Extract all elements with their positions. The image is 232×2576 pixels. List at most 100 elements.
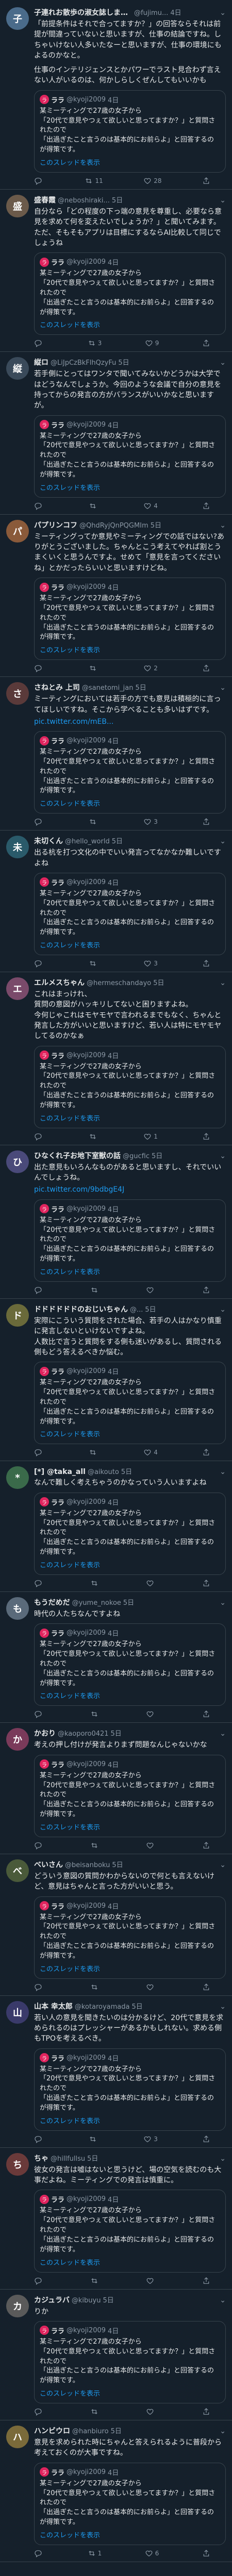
tweet-author-handle[interactable]: @hanbiuro: [72, 2428, 109, 2435]
retweet-button[interactable]: [90, 2277, 101, 2285]
tweet-author-handle[interactable]: @hillfullsu: [51, 2155, 85, 2163]
tweet-author-name[interactable]: 子連れお散歩の淑女誌します！: [34, 7, 132, 18]
tweet-link[interactable]: pic.twitter.com/9bdbgE4J: [34, 1184, 226, 1195]
tweet[interactable]: エエルメスちゃん @hermeschandayo 5日 ⌄ これはまっけれ、 質問の意図…: [0, 972, 232, 1145]
tweet-date[interactable]: 5日: [121, 1466, 132, 1476]
avatar[interactable]: 未: [6, 836, 29, 859]
tweet-author-name[interactable]: 盛春霞: [34, 195, 56, 205]
share-button[interactable]: [202, 502, 210, 510]
retweet-button[interactable]: [89, 664, 99, 672]
quoted-tweet[interactable]: ラララ @kyoji2009 4日 某ミーティングで27歳の女子から 「20代で意見や…: [34, 578, 226, 660]
show-thread-link[interactable]: このスレッドを表示: [40, 2388, 220, 2398]
show-thread-link[interactable]: このスレッドを表示: [40, 1429, 220, 1438]
retweet-button[interactable]: 3: [88, 339, 102, 347]
like-button[interactable]: [146, 2277, 156, 2285]
quoted-tweet[interactable]: ラララ @kyoji2009 4日 某ミーティングで27歳の女子から 「20代で意見や…: [34, 2048, 226, 2131]
tweet-author-name[interactable]: ハンビウロ: [34, 2426, 70, 2436]
tweet-date[interactable]: 5日: [136, 682, 146, 692]
tweet-author-handle[interactable]: @fujimu...: [134, 9, 168, 17]
tweet-author-name[interactable]: ちゃ: [34, 2153, 48, 2163]
avatar[interactable]: べ: [6, 1859, 29, 1882]
reply-button[interactable]: [34, 1983, 44, 1991]
tweet[interactable]: 未未切くん @hello_world 5日 ⌄ 出る杭を打つ文化の中でいい発言ってなかな…: [0, 831, 232, 973]
quoted-tweet[interactable]: ラララ @kyoji2009 4日 某ミーティングで27歳の女子から 「20代で意見や…: [34, 1199, 226, 1282]
tweet-author-handle[interactable]: @yume_nokoe: [72, 1599, 121, 1607]
tweet[interactable]: ちちゃ @hillfullsu 5日 ⌄ 彼女の発言は嘘はないと思うけど、場の空気を読む…: [0, 2148, 232, 2290]
avatar[interactable]: も: [6, 1597, 29, 1620]
quoted-tweet[interactable]: ラララ @kyoji2009 4日 某ミーティングで27歳の女子から 「20代で意見や…: [34, 415, 226, 498]
more-icon[interactable]: ⌄: [217, 1306, 226, 1314]
like-button[interactable]: 2: [143, 664, 158, 672]
tweet[interactable]: カカジュラバ @kibuyu 5日 ⌄ りかラララ @kyoji2009 4日 某ミーティング…: [0, 2290, 232, 2421]
share-button[interactable]: [202, 818, 210, 826]
tweet-author-name[interactable]: かおり: [34, 1728, 56, 1738]
tweet-author-name[interactable]: ひなくれ子お地下室獣の話: [34, 1150, 121, 1161]
tweet[interactable]: 縦縦ロ @LiJpCzBkFlhQzyFu 5日 ⌄ 若手側にとってはワンタで聞いてみな…: [0, 352, 232, 515]
tweet-date[interactable]: 5日: [87, 2153, 98, 2163]
like-button[interactable]: [146, 1983, 156, 1991]
avatar[interactable]: か: [6, 1728, 29, 1751]
tweet-author-handle[interactable]: @gucfic: [123, 1153, 150, 1160]
more-icon[interactable]: ⌄: [217, 1152, 226, 1160]
show-thread-link[interactable]: このスレッドを表示: [40, 2257, 220, 2267]
tweet-author-handle[interactable]: @QhdRyjQnPQGMIm: [79, 522, 148, 530]
retweet-button[interactable]: [89, 818, 99, 826]
tweet[interactable]: * [*] @taka_all @aikouto 5日 ⌄ なんで難しく考えちゃうのかなっ…: [0, 1461, 232, 1592]
tweet-author-name[interactable]: パプリンコフ: [34, 520, 77, 530]
tweet-author-handle[interactable]: @kotaroyamada: [75, 2003, 130, 2011]
avatar[interactable]: エ: [6, 977, 29, 1001]
more-icon[interactable]: ⌄: [217, 684, 226, 692]
avatar[interactable]: 縦: [6, 357, 29, 380]
show-thread-link[interactable]: このスレッドを表示: [40, 940, 220, 950]
like-button[interactable]: 28: [143, 177, 162, 185]
tweet-date[interactable]: 5日: [112, 1859, 123, 1869]
avatar[interactable]: さ: [6, 682, 29, 705]
retweet-button[interactable]: [89, 959, 99, 968]
like-button[interactable]: 4: [143, 1448, 158, 1456]
retweet-button[interactable]: [90, 1286, 101, 1294]
share-button[interactable]: [202, 1132, 210, 1141]
show-thread-link[interactable]: このスレッドを表示: [40, 1690, 220, 1700]
tweet-date[interactable]: 4日: [170, 7, 181, 17]
more-icon[interactable]: ⌄: [217, 2296, 226, 2304]
show-thread-link[interactable]: このスレッドを表示: [40, 482, 220, 492]
show-thread-link[interactable]: このスレッドを表示: [40, 1266, 220, 1276]
avatar[interactable]: ド: [6, 1303, 29, 1327]
tweet-date[interactable]: 5日: [111, 1728, 122, 1738]
more-icon[interactable]: ⌄: [217, 979, 226, 987]
tweet-author-handle[interactable]: @neboshiraki...: [58, 197, 110, 205]
tweet-author-name[interactable]: [*] @taka_all: [34, 1468, 86, 1476]
tweet-date[interactable]: 5日: [111, 2426, 122, 2435]
more-icon[interactable]: ⌄: [217, 2155, 226, 2163]
more-icon[interactable]: ⌄: [217, 1599, 226, 1607]
tweet-author-name[interactable]: さねとみ 上司: [34, 682, 80, 692]
retweet-button[interactable]: 1: [88, 2549, 102, 2557]
quoted-tweet[interactable]: ラララ @kyoji2009 4日 某ミーティングで27歳の女子から 「20代で意見や…: [34, 731, 226, 814]
show-thread-link[interactable]: このスレッドを表示: [40, 157, 220, 167]
tweet-author-name[interactable]: 縦ロ: [34, 357, 48, 367]
like-button[interactable]: 1: [143, 1132, 158, 1141]
reply-button[interactable]: [34, 664, 44, 673]
like-button[interactable]: 3: [143, 818, 158, 826]
share-button[interactable]: [202, 959, 210, 968]
reply-button[interactable]: [34, 1286, 44, 1294]
tweet[interactable]: ももうだめだ @yume_nokoe 5日 ⌄ 時代の人たちなんですよねラララ @kyoj…: [0, 1592, 232, 1723]
tweet-author-handle[interactable]: @hermeschandayo: [87, 979, 151, 987]
quoted-tweet[interactable]: ラララ @kyoji2009 4日 某ミーティングで27歳の女子から 「20代で意見や…: [34, 1362, 226, 1445]
tweet[interactable]: 盛盛春霞 @neboshiraki... 5日 ⌄ 自分なら「どの程度の下っ端の意見を尊…: [0, 190, 232, 352]
reply-button[interactable]: [34, 1579, 44, 1587]
retweet-button[interactable]: [89, 1448, 99, 1456]
quoted-tweet[interactable]: ラララ @kyoji2009 4日 某ミーティングで27歳の女子から 「20代で意見や…: [34, 1623, 226, 1706]
quoted-tweet[interactable]: ラララ @kyoji2009 4日 某ミーティングで27歳の女子から 「20代で意見や…: [34, 1754, 226, 1837]
quoted-tweet[interactable]: ラララ @kyoji2009 4日 某ミーティングで27歳の女子から 「20代で意見や…: [34, 252, 226, 335]
tweet[interactable]: かかおり @kaoporo0421 5日 ⌄ 考えの押し付けが発言よりまず問題なんじゃな…: [0, 1723, 232, 1854]
show-thread-link[interactable]: このスレッドを表示: [40, 2115, 220, 2125]
reply-button[interactable]: [34, 1132, 44, 1141]
reply-button[interactable]: [34, 2408, 44, 2416]
avatar[interactable]: *: [6, 1466, 29, 1489]
like-button[interactable]: 9: [145, 339, 159, 347]
show-thread-link[interactable]: このスレッドを表示: [40, 1560, 220, 1569]
like-button[interactable]: [146, 2408, 156, 2416]
share-button[interactable]: [202, 2549, 210, 2557]
tweet-author-name[interactable]: カジュラバ: [34, 2295, 70, 2305]
